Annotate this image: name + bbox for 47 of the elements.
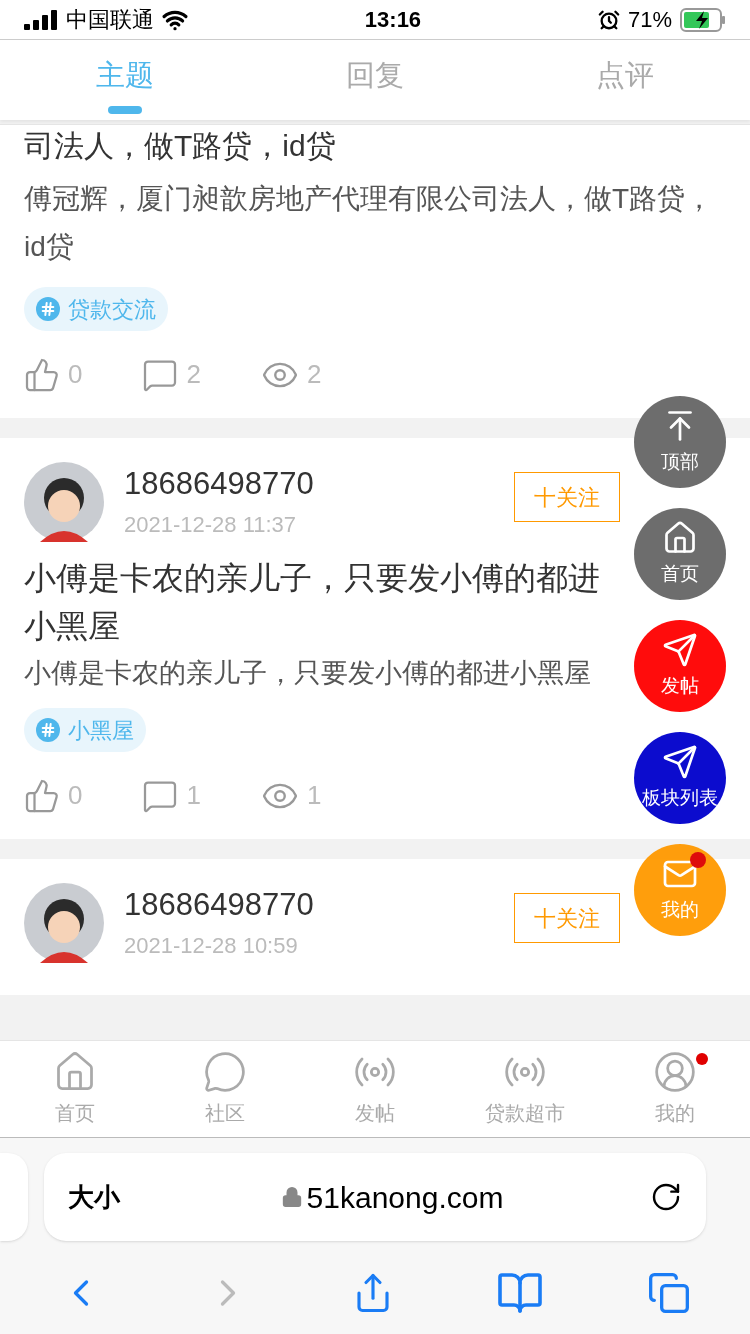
battery-percent: 71% [627, 6, 672, 34]
lock-icon [280, 1186, 303, 1208]
address-bar[interactable]: 大小 51kanong.com [44, 1153, 706, 1241]
view-count: 1 [306, 779, 322, 812]
nav-item[interactable]: 贷款超市 [450, 1041, 600, 1137]
tab[interactable]: 点评 [500, 40, 750, 120]
like-count: 0 [68, 779, 83, 812]
post-excerpt: 小傅是卡农的亲儿子，只要发小傅的都进小黑屋 [24, 657, 592, 690]
like-icon[interactable] [24, 777, 60, 814]
post-title[interactable]: 司法人，做T路贷，id贷 [24, 125, 336, 163]
username[interactable]: 18686498770 [124, 463, 494, 504]
post-excerpt: 傅冠辉，厦门昶歆房地产代理有限公司法人，做T路贷，id贷 [24, 182, 715, 264]
user-icon [653, 1050, 697, 1094]
username[interactable]: 18686498770 [124, 884, 494, 925]
clock: 13:16 [364, 6, 422, 34]
home-icon [662, 519, 698, 556]
like-count: 0 [68, 358, 83, 391]
text-size-button[interactable]: 大小 [68, 1177, 158, 1217]
hash-icon [36, 297, 60, 321]
tab[interactable]: 回复 [250, 40, 500, 120]
paper-plane-icon [662, 631, 698, 668]
nav-item[interactable]: 社区 [150, 1041, 300, 1137]
nav-item[interactable]: 发帖 [300, 1041, 450, 1137]
comment-count: 1 [186, 779, 201, 812]
chat-icon [203, 1050, 247, 1094]
topic-tag[interactable]: 小黑屋 [24, 708, 146, 752]
post-date: 2021-12-28 11:37 [124, 510, 298, 539]
paper-plane-icon [662, 743, 698, 780]
nav-item[interactable]: 我的 [600, 1041, 750, 1137]
follow-button[interactable]: 十关注 [514, 893, 620, 943]
tab[interactable]: 主题 [0, 40, 250, 120]
like-icon[interactable] [24, 356, 60, 393]
tabs-icon[interactable] [646, 1271, 691, 1315]
alarm-icon [597, 8, 620, 31]
url: 51kanong.com [306, 1179, 504, 1216]
signal-icon [24, 9, 58, 30]
battery-icon [680, 7, 726, 32]
carrier: 中国联通 [66, 6, 154, 34]
comment-count: 2 [186, 358, 201, 391]
nav-item[interactable]: 首页 [0, 1041, 150, 1137]
topic-tag[interactable]: 贷款交流 [24, 287, 168, 331]
follow-button[interactable]: 十关注 [514, 472, 620, 522]
view-count: 2 [306, 358, 322, 391]
reload-icon[interactable] [650, 1181, 682, 1213]
post-title[interactable]: 小傅是卡农的亲儿子，只要发小傅的都进小黑屋 [24, 554, 604, 650]
post-date: 2021-12-28 10:59 [124, 931, 299, 960]
hash-icon [36, 718, 60, 742]
